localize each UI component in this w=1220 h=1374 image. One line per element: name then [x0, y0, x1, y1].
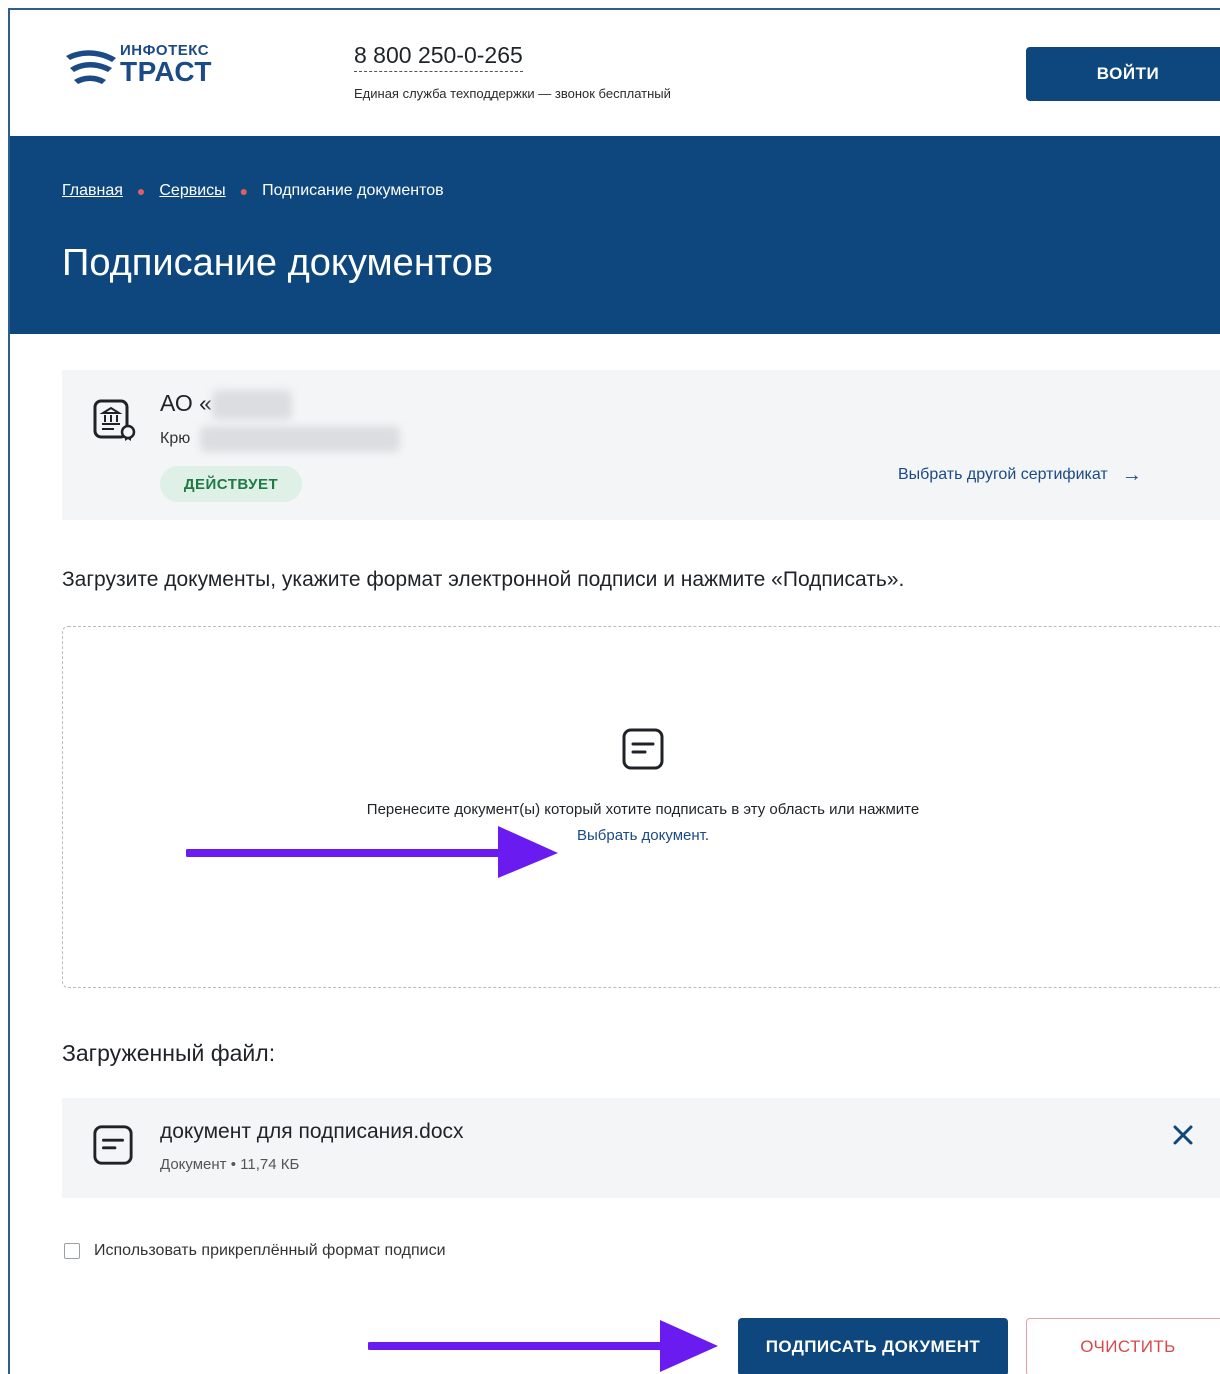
login-button[interactable]: ВОЙТИ: [1026, 47, 1220, 101]
company-logo[interactable]: ИНФОТЕКС ТРАСТ: [62, 42, 222, 92]
uploaded-files-title: Загруженный файл:: [62, 1040, 276, 1066]
choose-other-certificate-link[interactable]: Выбрать другой сертификат →: [898, 464, 1142, 486]
logo-main-text: ТРАСТ: [120, 56, 212, 87]
support-phone-caption: Единая служба техподдержки — звонок бесп…: [354, 86, 671, 101]
support-phone[interactable]: 8 800 250-0-265: [354, 42, 523, 72]
breadcrumb-services-link[interactable]: Сервисы: [159, 182, 225, 200]
dropzone-link-suffix: .: [704, 827, 710, 844]
certificate-owner: Крю: [160, 430, 191, 447]
redacted-organization: [212, 390, 292, 420]
certificate-card: АО « Крю ДЕЙСТВУЕТ Выбрать другой сертиф…: [62, 370, 1220, 520]
dropzone-text: Перенесите документ(ы) который хотите по…: [366, 801, 920, 818]
breadcrumb-separator: ●: [239, 183, 249, 199]
uploaded-file-item: документ для подписания.docx Документ • …: [62, 1098, 1220, 1198]
certificate-status-badge: ДЕЙСТВУЕТ: [160, 466, 302, 502]
uploaded-file-meta: Документ • 11,74 КБ: [160, 1156, 300, 1173]
document-icon: [93, 1125, 133, 1165]
choose-document-link[interactable]: Выбрать документ: [577, 827, 705, 844]
attached-signature-label: Использовать прикреплённый формат подпис…: [94, 1242, 446, 1259]
attached-signature-option[interactable]: Использовать прикреплённый формат подпис…: [64, 1242, 446, 1260]
uploaded-file-name: документ для подписания.docx: [160, 1120, 464, 1143]
sign-document-button[interactable]: ПОДПИСАТЬ ДОКУМЕНТ: [738, 1318, 1008, 1374]
document-dropzone[interactable]: Перенесите документ(ы) который хотите по…: [62, 626, 1220, 988]
remove-file-close-icon[interactable]: [1170, 1122, 1196, 1148]
annotation-arrow-icon: [368, 1320, 718, 1372]
page-frame: ИНФОТЕКС ТРАСТ 8 800 250-0-265 Единая сл…: [8, 8, 1220, 1374]
breadcrumb: Главная ● Сервисы ● Подписание документо…: [62, 182, 444, 200]
arrow-right-icon: →: [1121, 464, 1142, 486]
page-title: Подписание документов: [62, 242, 494, 284]
page-banner: Главная ● Сервисы ● Подписание документо…: [10, 136, 1220, 334]
redacted-owner: [200, 426, 400, 452]
logo-mark-icon: [66, 50, 116, 84]
document-icon: [622, 728, 664, 770]
certificate-organization: АО «: [160, 390, 212, 416]
breadcrumb-separator: ●: [136, 183, 146, 199]
certificate-bank-icon: [93, 399, 136, 441]
annotation-arrow-icon: [186, 826, 558, 878]
choose-other-certificate-label: Выбрать другой сертификат: [898, 466, 1108, 483]
breadcrumb-home-link[interactable]: Главная: [62, 182, 123, 200]
upload-instruction: Загрузите документы, укажите формат элек…: [62, 568, 905, 591]
attached-signature-checkbox[interactable]: [64, 1243, 80, 1259]
site-header: ИНФОТЕКС ТРАСТ 8 800 250-0-265 Единая сл…: [10, 10, 1220, 136]
clear-button[interactable]: ОЧИСТИТЬ: [1026, 1318, 1220, 1374]
breadcrumb-current: Подписание документов: [262, 182, 444, 199]
